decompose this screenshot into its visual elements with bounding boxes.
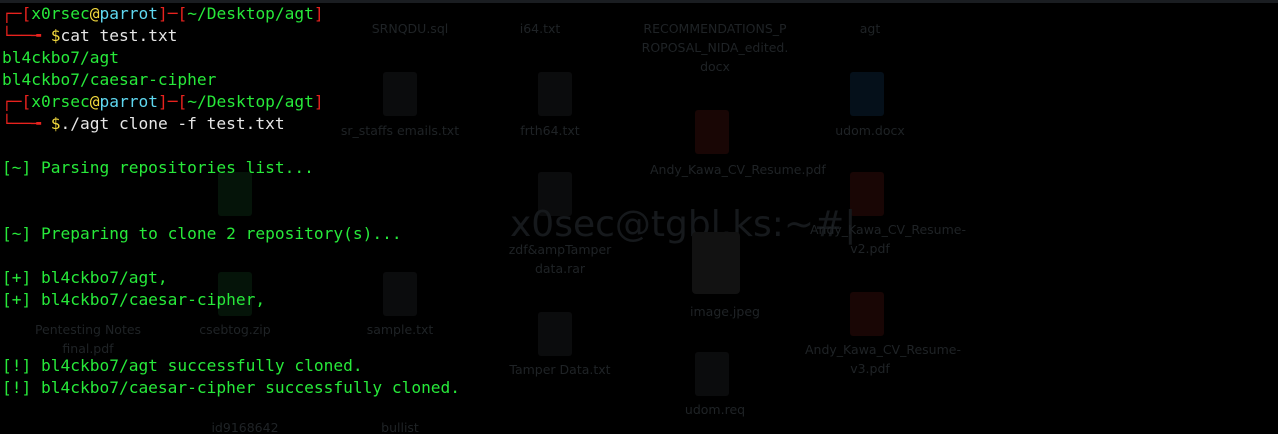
desktop-file-label: SRNQDU.sql [371, 21, 449, 36]
prompt-host: parrot [99, 92, 158, 111]
desktop-file-icon [538, 72, 572, 116]
desktop-file-label: id9168642 [211, 420, 279, 434]
command-text: ./agt clone -f test.txt [60, 114, 285, 133]
command-text: cat test.txt [60, 26, 178, 45]
desktop-file-icon [383, 272, 417, 316]
prompt-user: x0rsec [31, 92, 90, 111]
prompt-path: ~/Desktop/agt [187, 92, 314, 111]
prompt-line: ┌─[x0rsec@parrot]─[~/Desktop/agt] [2, 4, 324, 23]
desktop-file-label: frth64.txt [520, 123, 580, 138]
desktop-file-label: bullist [381, 420, 419, 434]
desktop-file-label: agt [859, 21, 881, 36]
desktop-file-icon [695, 352, 729, 396]
desktop-file-label: udom.docx [835, 123, 905, 138]
prompt-line: ┌─[x0rsec@parrot]─[~/Desktop/agt] [2, 92, 324, 111]
desktop-file-label: zdf&ampTamper data.rar [508, 242, 612, 276]
desktop-file-icon [383, 72, 417, 116]
image-thumbnail [692, 232, 740, 294]
docx-file-icon [850, 72, 884, 116]
terminal-window[interactable]: SRNQDU.sql i64.txt RECOMMENDATIONS_PROPO… [0, 0, 1278, 434]
desktop-file-label: Andy_Kawa_CV_Resume-v3.pdf [805, 342, 961, 376]
prompt-path: ~/Desktop/agt [187, 4, 314, 23]
output-line: [+] bl4ckbo7/agt, [2, 268, 168, 287]
output-line: [!] bl4ckbo7/caesar-cipher successfully … [2, 378, 461, 397]
output-line: bl4ckbo7/caesar-cipher [2, 70, 217, 89]
desktop-file-label: Tamper Data.txt [509, 362, 611, 377]
desktop-watermark: x0sec@tgbl.ks:~#| [510, 204, 857, 245]
desktop-file-label: csebtog.zip [199, 322, 271, 337]
desktop-file-label: Pentesting Notes final.pdf [34, 322, 142, 356]
desktop-file-label: Andy_Kawa_CV_Resume-v2.pdf [810, 222, 966, 256]
pdf-file-icon [695, 110, 729, 154]
desktop-file-label: RECOMMENDATIONS_PROPOSAL_NIDA_edited.doc… [641, 21, 789, 74]
output-line: [!] bl4ckbo7/agt successfully cloned. [2, 356, 363, 375]
prompt-host: parrot [99, 4, 158, 23]
pdf-file-icon [850, 292, 884, 336]
output-line: [~] Preparing to clone 2 repository(s)..… [2, 224, 402, 243]
output-line: bl4ckbo7/agt [2, 48, 119, 67]
prompt-user: x0rsec [31, 4, 90, 23]
desktop-file-label: sample.txt [366, 322, 434, 337]
desktop-file-label: image.jpeg [690, 304, 760, 319]
desktop-file-icon [538, 312, 572, 356]
output-line: [~] Parsing repositories list... [2, 158, 314, 177]
command-line: └──╼ $./agt clone -f test.txt [2, 114, 285, 133]
desktop-file-label: sr_staffs emails.txt [340, 123, 460, 138]
output-line: [+] bl4ckbo7/caesar-cipher, [2, 290, 266, 309]
desktop-file-label: udom.req [684, 402, 746, 417]
command-line: └──╼ $cat test.txt [2, 26, 178, 45]
desktop-file-label: i64.txt [519, 21, 561, 36]
desktop-file-label: Andy_Kawa_CV_Resume.pdf [650, 162, 826, 177]
